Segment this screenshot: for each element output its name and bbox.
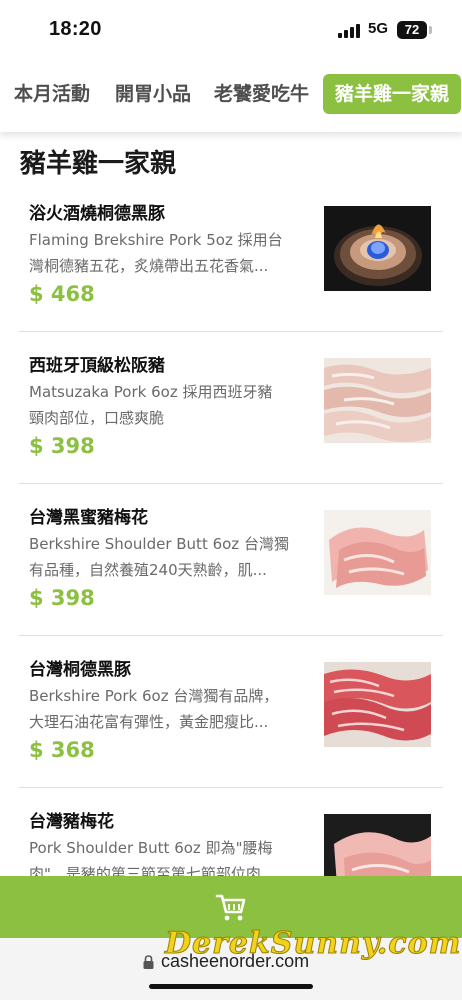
menu-item[interactable]: 台灣黑蜜豬梅花 Berkshire Shoulder Butt 6oz 台灣獨 … — [19, 484, 443, 636]
item-description-line: Berkshire Shoulder Butt 6oz 台灣獨 — [29, 535, 289, 553]
flaming-pork-pot-image — [324, 206, 431, 291]
item-description-line: Pork Shoulder Butt 6oz 即為"腰梅 — [29, 839, 273, 857]
tab-pork-lamb-chicken[interactable]: 豬羊雞一家親 — [323, 74, 462, 114]
item-description-line: 大理石油花富有彈性，黃金肥瘦比... — [29, 713, 269, 731]
item-description: Berkshire Pork 6oz 台灣獨有品牌， 大理石油花富有彈性，黃金肥… — [29, 683, 311, 735]
lock-icon — [143, 955, 154, 969]
item-price: $ 398 — [29, 434, 95, 458]
menu-item[interactable]: 浴火酒燒桐德黑豚 Flaming Brekshire Pork 5oz 採用台 … — [19, 180, 443, 332]
menu-item[interactable]: 台灣桐德黑豚 Berkshire Pork 6oz 台灣獨有品牌， 大理石油花富… — [19, 636, 443, 788]
item-name: 西班牙頂級松阪豬 — [29, 356, 165, 376]
item-price: $ 468 — [29, 282, 95, 306]
berkshire-pork-slices-image — [324, 662, 431, 747]
category-tabs: 本月活動 開胃小品 老饕愛吃牛 豬羊雞一家親 — [0, 62, 462, 132]
tab-appetizers[interactable]: 開胃小品 — [115, 74, 191, 114]
item-description-line: 頸肉部位，口感爽脆 — [29, 409, 165, 427]
item-description-line: Matsuzaka Pork 6oz 採用西班牙豬 — [29, 383, 273, 401]
shopping-cart-icon[interactable] — [215, 892, 247, 922]
item-description: Berkshire Shoulder Butt 6oz 台灣獨 有品種，自然養殖… — [29, 531, 311, 583]
item-description: Flaming Brekshire Pork 5oz 採用台 灣桐德豬五花，炙燒… — [29, 227, 311, 279]
network-type: 5G — [368, 20, 389, 37]
signal-strength-icon — [338, 24, 362, 38]
battery-icon: 72 — [397, 21, 427, 39]
item-description: Matsuzaka Pork 6oz 採用西班牙豬 頸肉部位，口感爽脆 — [29, 379, 311, 431]
item-name: 台灣豬梅花 — [29, 812, 114, 832]
item-description-line: 灣桐德豬五花，炙燒帶出五花香氣... — [29, 257, 269, 275]
tab-monthly-events[interactable]: 本月活動 — [14, 74, 90, 114]
item-description-line: 有品種，自然養殖240天熟齡，肌... — [29, 561, 267, 579]
menu-item[interactable]: 西班牙頂級松阪豬 Matsuzaka Pork 6oz 採用西班牙豬 頸肉部位，… — [19, 332, 443, 484]
item-name: 台灣黑蜜豬梅花 — [29, 508, 148, 528]
item-price: $ 398 — [29, 586, 95, 610]
home-indicator[interactable] — [149, 984, 313, 989]
item-name: 浴火酒燒桐德黑豚 — [29, 204, 165, 224]
watermark-text: DerekSunny.com — [164, 926, 462, 962]
pork-shoulder-slices-image — [324, 510, 431, 595]
item-name: 台灣桐德黑豚 — [29, 660, 131, 680]
tab-beef[interactable]: 老饕愛吃牛 — [214, 74, 309, 114]
section-title: 豬羊雞一家親 — [20, 149, 177, 179]
status-bar: 18:20 5G 72 — [0, 0, 462, 62]
status-time: 18:20 — [49, 18, 102, 40]
battery-nub — [429, 26, 432, 34]
item-price: $ 368 — [29, 738, 95, 762]
item-description-line: Berkshire Pork 6oz 台灣獨有品牌， — [29, 687, 279, 705]
matsuzaka-pork-slices-image — [324, 358, 431, 443]
item-description-line: Flaming Brekshire Pork 5oz 採用台 — [29, 231, 283, 249]
